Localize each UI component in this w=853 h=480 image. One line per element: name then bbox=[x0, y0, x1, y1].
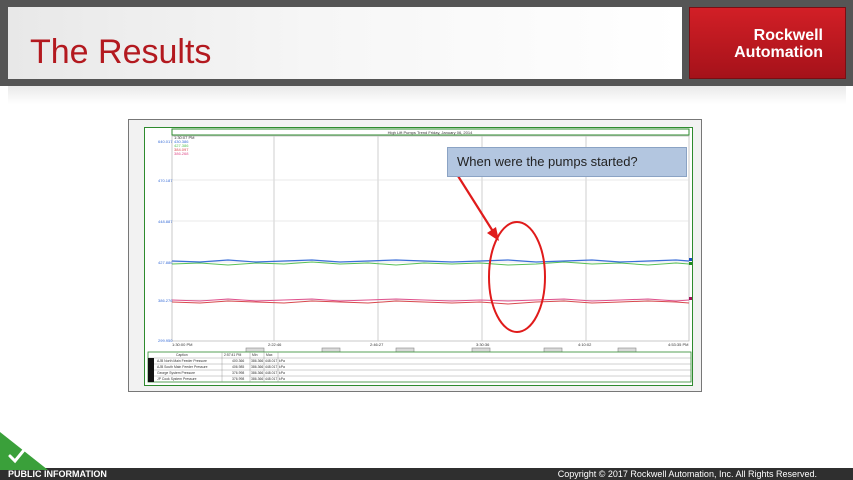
content-shade bbox=[8, 86, 846, 104]
rockwell-logo: Rockwell Automation bbox=[689, 7, 846, 79]
footer-copyright: Copyright © 2017 Rockwell Automation, In… bbox=[557, 469, 817, 479]
title-bar: The Results bbox=[8, 7, 682, 79]
logo-line-2: Automation bbox=[734, 44, 823, 61]
slide: The Results Rockwell Automation High Lif… bbox=[0, 0, 853, 480]
callout-box: When were the pumps started? bbox=[447, 147, 687, 177]
slide-title: The Results bbox=[30, 33, 212, 71]
logo-line-1: Rockwell bbox=[753, 27, 823, 44]
footer-public-info: PUBLIC INFORMATION bbox=[8, 469, 107, 479]
checkmark-icon bbox=[0, 432, 48, 470]
